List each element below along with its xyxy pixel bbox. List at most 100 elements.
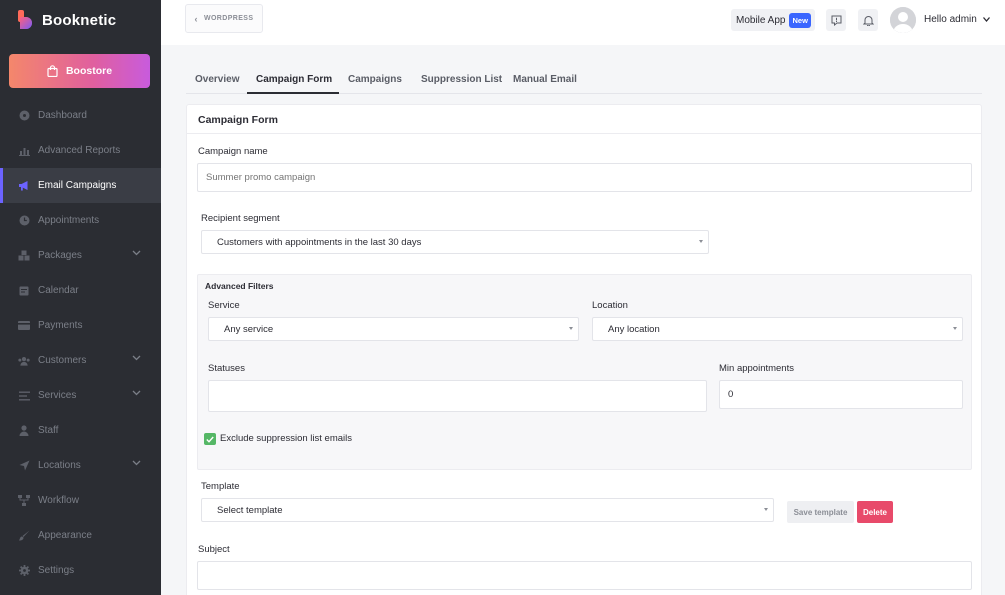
workflow-icon [18,495,30,507]
chevron-down-icon[interactable] [132,250,141,256]
campaign-name-label: Campaign name [198,146,268,157]
save-template-button[interactable]: Save template [787,501,854,523]
sidebar-item-label: Locations [38,460,81,471]
statuses-label: Statuses [208,363,245,374]
sidebar-item-label: Payments [38,320,83,331]
sidebar-item-payments[interactable]: Payments [0,308,161,343]
shopping-bag-icon [47,65,58,77]
template-value: Select template [217,504,283,516]
form-title: Campaign Form [198,114,278,126]
sidebar-item-calendar[interactable]: Calendar [0,273,161,308]
sidebar-nav: Dashboard Advanced Reports Email Campaig… [0,98,161,588]
recipient-segment-value: Customers with appointments in the last … [217,236,422,248]
subject-input[interactable] [197,561,972,590]
clock-icon [18,215,30,227]
gear-icon [18,565,30,577]
avatar[interactable] [890,7,916,33]
tab-campaigns[interactable]: Campaigns [348,74,402,85]
tab-manual-email[interactable]: Manual Email [513,74,577,85]
divider [187,133,981,134]
mobile-app-button[interactable]: Mobile App New [731,9,815,31]
exclude-suppression-checkbox[interactable] [204,433,216,445]
caret-down-icon [699,240,703,243]
sidebar-item-advanced-reports[interactable]: Advanced Reports [0,133,161,168]
location-arrow-icon [18,460,30,472]
template-label: Template [201,481,240,492]
sidebar-item-label: Appearance [38,530,92,541]
sidebar-item-label: Staff [38,425,59,436]
sidebar-item-customers[interactable]: Customers [0,343,161,378]
sidebar-item-label: Packages [38,250,82,261]
calendar-icon [18,285,30,297]
location-select[interactable]: Any location [592,317,963,341]
booknetic-logo-icon [18,10,34,30]
chevron-down-icon[interactable] [132,390,141,396]
boostore-label: Boostore [65,65,113,77]
recipient-segment-select[interactable]: Customers with appointments in the last … [201,230,709,254]
back-to-wordpress-button[interactable]: ‹ WORDPRESS [185,4,263,33]
campaign-name-input[interactable] [197,163,972,192]
tab-overview[interactable]: Overview [195,74,239,85]
service-label: Service [208,300,240,311]
sidebar-item-label: Customers [38,355,87,366]
sidebar-item-staff[interactable]: Staff [0,413,161,448]
sidebar-item-services[interactable]: Services [0,378,161,413]
sidebar-item-packages[interactable]: Packages [0,238,161,273]
sidebar-item-settings[interactable]: Settings [0,553,161,588]
delete-template-button[interactable]: Delete [857,501,893,523]
min-appointments-input[interactable]: 0 [719,380,963,409]
sidebar-item-label: Workflow [38,495,79,506]
advanced-filters-title: Advanced Filters [205,281,274,291]
packages-icon [18,250,30,262]
list-icon [18,390,30,402]
sidebar-item-dashboard[interactable]: Dashboard [0,98,161,133]
sidebar: Booknetic Boostore Dashboard Advanced Re… [0,0,161,595]
user-icon [18,425,30,437]
brush-icon [18,530,30,542]
sidebar-item-label: Services [38,390,77,401]
feedback-button[interactable] [826,9,846,31]
sidebar-item-appearance[interactable]: Appearance [0,518,161,553]
chevron-down-icon[interactable] [132,355,141,361]
exclude-suppression-label[interactable]: Exclude suppression list emails [220,433,352,444]
sidebar-item-email-campaigns[interactable]: Email Campaigns [0,168,161,203]
top-header: ‹ WORDPRESS Mobile App New Hello admin [161,0,1005,45]
service-select[interactable]: Any service [208,317,579,341]
dashboard-icon [18,110,30,122]
template-select[interactable]: Select template [201,498,774,522]
caret-down-icon [569,327,573,330]
mobile-app-label: Mobile App [736,14,786,26]
service-value: Any service [224,323,274,335]
notifications-button[interactable] [858,9,878,31]
recipient-segment-label: Recipient segment [201,213,280,224]
sidebar-item-locations[interactable]: Locations [0,448,161,483]
megaphone-icon [18,180,30,192]
tab-campaign-form[interactable]: Campaign Form [256,74,332,85]
location-label: Location [592,300,628,311]
user-menu[interactable]: Hello admin [924,14,990,25]
statuses-multiselect[interactable] [208,380,707,412]
logo[interactable]: Booknetic [18,10,116,30]
chevron-left-icon: ‹ [194,13,198,24]
app-name: Booknetic [42,11,117,29]
advanced-filters-panel: Advanced Filters Service Any service Loc… [197,274,972,470]
new-badge: New [789,12,811,28]
boostore-button[interactable]: Boostore [9,54,150,88]
chevron-down-icon[interactable] [132,460,141,466]
feedback-icon [831,15,841,26]
tab-suppression-list[interactable]: Suppression List [421,74,502,85]
sidebar-item-workflow[interactable]: Workflow [0,483,161,518]
credit-card-icon [18,320,30,332]
bell-icon [862,15,874,26]
users-icon [18,355,30,367]
sidebar-item-label: Email Campaigns [38,180,117,191]
sidebar-item-label: Appointments [38,215,100,226]
checkmark-icon [206,436,214,443]
sidebar-item-appointments[interactable]: Appointments [0,203,161,238]
location-value: Any location [608,323,660,335]
chart-icon [18,145,30,157]
sidebar-item-label: Advanced Reports [38,145,121,156]
campaign-form-card: Campaign Form Campaign name Recipient se… [186,104,982,595]
active-tab-indicator [247,92,339,94]
sidebar-item-label: Dashboard [38,110,87,121]
